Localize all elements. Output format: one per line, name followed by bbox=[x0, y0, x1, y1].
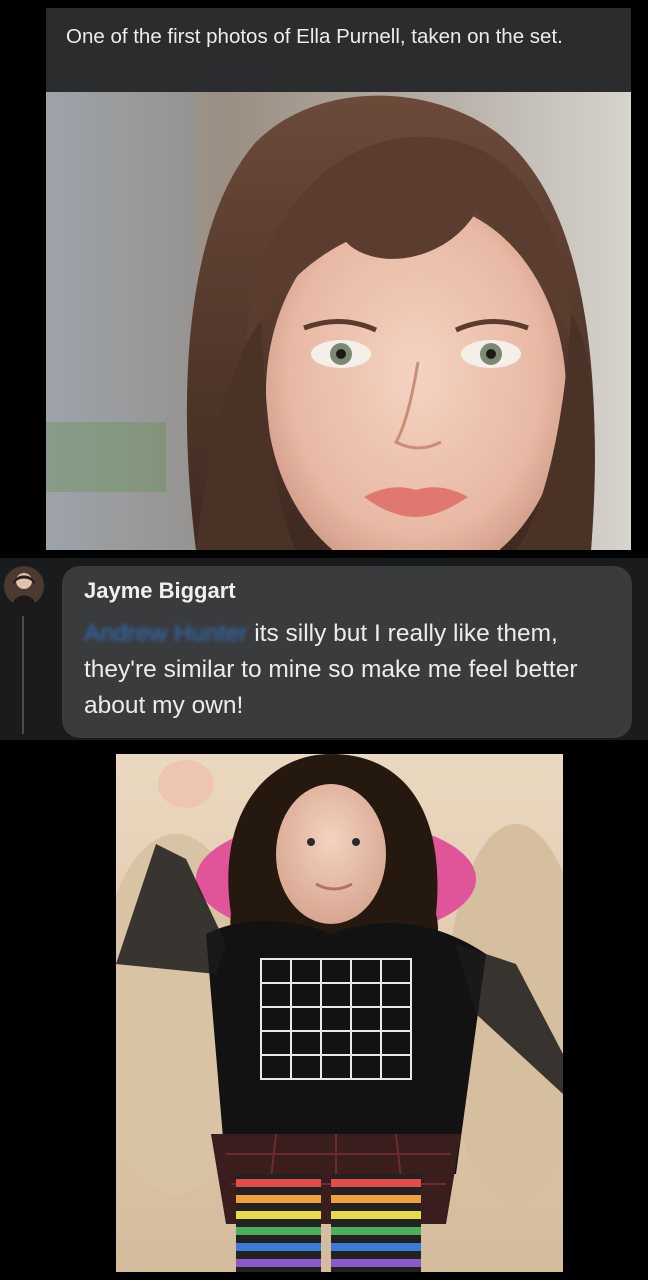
mention-link[interactable]: Andrew Hunter bbox=[84, 620, 247, 647]
comment-photo[interactable] bbox=[116, 754, 563, 1272]
thread-line bbox=[22, 616, 24, 734]
avatar-image bbox=[4, 566, 44, 606]
comment-bubble: Jayme Biggart Andrew Hunter its silly bu… bbox=[62, 566, 632, 738]
caption-bar: One of the first photos of Ella Purnell,… bbox=[46, 8, 631, 92]
commenter-name[interactable]: Jayme Biggart bbox=[84, 578, 236, 604]
post-caption: One of the first photos of Ella Purnell,… bbox=[66, 25, 563, 48]
post-card: One of the first photos of Ella Purnell,… bbox=[46, 8, 631, 550]
comment-photo-image bbox=[116, 754, 563, 1272]
post-photo[interactable] bbox=[46, 92, 631, 550]
comment-text: Andrew Hunter its silly but I really lik… bbox=[84, 616, 624, 724]
avatar[interactable] bbox=[4, 566, 44, 606]
